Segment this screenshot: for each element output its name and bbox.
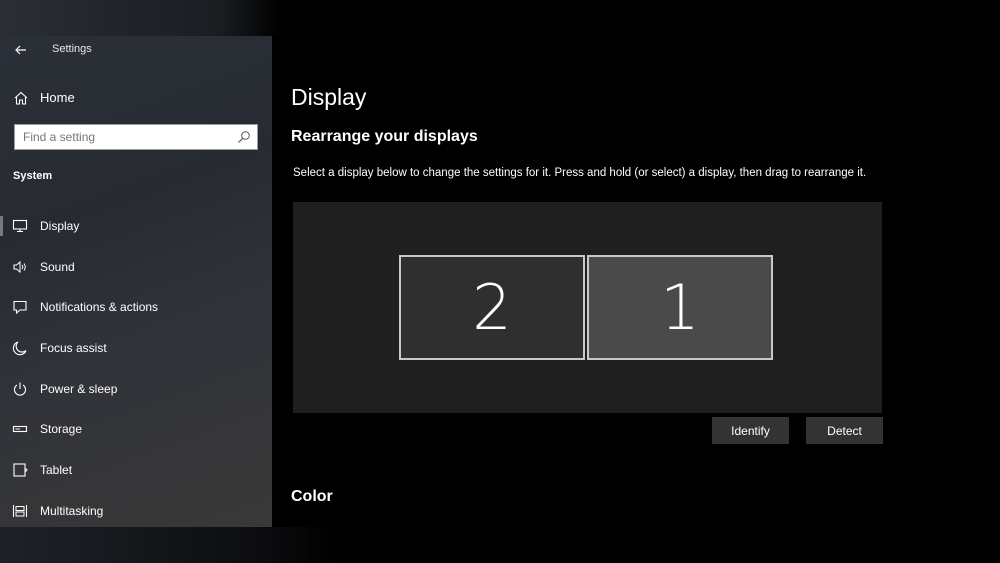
moon-icon [12,341,27,356]
search-input[interactable] [15,125,230,149]
settings-sidebar: Settings Home System Display Sound [0,36,272,527]
desktop-backdrop-bottom [0,527,1000,563]
sidebar-section-title: System [13,170,53,182]
sidebar-item-display[interactable]: Display [0,206,272,247]
multitasking-icon [12,504,28,517]
rearrange-section-title: Rearrange your displays [291,128,478,145]
sidebar-item-label: Notifications & actions [40,300,159,315]
sidebar-item-label: Storage [40,422,83,437]
search-box [14,124,258,150]
sidebar-item-sound[interactable]: Sound [0,247,272,288]
page-title: Display [291,84,367,110]
power-icon [13,382,27,396]
display-arrangement-area[interactable]: 2 1 [293,202,882,413]
sidebar-item-label: Home [40,90,75,105]
sidebar-item-focus-assist[interactable]: Focus assist [0,328,272,369]
sidebar-item-tablet[interactable]: Tablet [0,450,272,491]
back-arrow-icon [15,45,26,55]
rearrange-description: Select a display below to change the set… [293,167,867,179]
tablet-icon [13,463,28,477]
display-2-tile[interactable]: 2 [399,255,585,360]
sidebar-item-label: Power & sleep [40,381,118,396]
title-bar: Settings [0,36,272,64]
sidebar-item-storage[interactable]: Storage [0,409,272,450]
speaker-icon [13,260,26,273]
color-section-title: Color [291,488,333,505]
sidebar-nav: Display Sound Notifications & actions Fo… [0,206,272,527]
sidebar-item-label: Sound [40,259,75,274]
sidebar-item-power-sleep[interactable]: Power & sleep [0,369,272,410]
display-settings-page: Display Rearrange your displays Select a… [272,36,1000,527]
window-title: Settings [52,43,92,55]
identify-button[interactable]: Identify [712,417,789,444]
sidebar-item-label: Multitasking [40,503,104,518]
sidebar-item-label: Tablet [40,463,73,478]
storage-icon [12,426,28,433]
sidebar-item-home[interactable]: Home [0,85,272,111]
sidebar-item-label: Focus assist [40,341,107,356]
sidebar-item-notifications[interactable]: Notifications & actions [0,287,272,328]
home-icon [14,91,28,105]
monitor-icon [12,219,28,233]
display-1-tile[interactable]: 1 [587,255,773,360]
detect-button[interactable]: Detect [806,417,883,444]
back-button[interactable] [10,40,32,60]
sidebar-item-label: Display [40,219,80,233]
notification-icon [13,301,27,315]
sidebar-item-multitasking[interactable]: Multitasking [0,491,272,527]
search-icon[interactable] [237,130,251,144]
desktop-backdrop-top [0,0,1000,36]
